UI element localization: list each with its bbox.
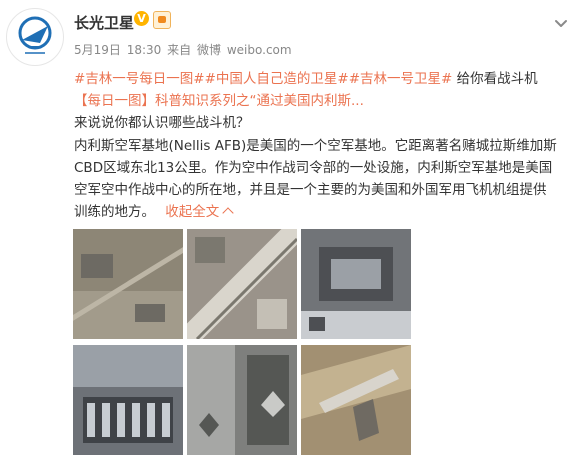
author-name[interactable]: 长光卫星 (74, 12, 134, 33)
source-name[interactable]: 微博 (197, 43, 221, 57)
satellite-image-5[interactable] (187, 345, 297, 455)
text-line-6: 空军空中作战中心的所在地，并且是一个主要的为美国和外国军用飞机机组提供 (74, 181, 547, 198)
post-header: 长光卫星 V 5月19日 18:30 来自 微博 weibo.com (0, 0, 588, 66)
hashtag-line: #吉林一号每日一图##中国人自己造的卫星##吉林一号卫星# 给你看战斗机 (74, 68, 574, 90)
text-line-4: 内利斯空军基地(Nellis AFB)是美国的一个空军基地。它距离著名赌城拉斯维… (74, 137, 557, 154)
satellite-image-4[interactable] (73, 345, 183, 455)
image-grid (73, 229, 411, 455)
source-prefix: 来自 (167, 43, 192, 57)
article-link-line: 【每日一图】科普知识系列之“通过美国内利斯... (74, 90, 574, 112)
avatar[interactable] (6, 8, 64, 66)
hashtag-1[interactable]: #吉林一号每日一图# (74, 71, 205, 87)
post-content: #吉林一号每日一图##中国人自己造的卫星##吉林一号卫星# 给你看战斗机 【每日… (74, 68, 574, 223)
text-line-3: 来说说你都认识哪些战斗机？ (74, 115, 250, 132)
satellite-image-1[interactable] (73, 229, 183, 339)
post-meta: 5月19日 18:30 来自 微博 weibo.com (74, 41, 294, 58)
changguang-logo-icon (18, 16, 52, 54)
post-tail-text: 给你看战斗机 (456, 71, 538, 87)
text-line-7-text: 训练的地方。 (74, 204, 155, 221)
verified-icon: V (134, 11, 149, 26)
satellite-image-2[interactable] (187, 229, 297, 339)
satellite-image-6[interactable] (301, 345, 411, 455)
post-time[interactable]: 18:30 (127, 43, 162, 57)
source-site: weibo.com (226, 43, 292, 57)
post-date[interactable]: 5月19日 (74, 43, 121, 57)
hashtag-2[interactable]: #中国人自己造的卫星# (205, 71, 349, 87)
collapse-arrow-icon[interactable] (222, 207, 234, 219)
collapse-text-button[interactable]: 收起全文 (165, 204, 219, 220)
satellite-image-3[interactable] (301, 229, 411, 339)
chevron-down-icon[interactable] (552, 14, 570, 32)
hashtag-3[interactable]: #吉林一号卫星# (349, 71, 453, 87)
text-line-7: 训练的地方。 收起全文 (74, 201, 574, 223)
member-badge-icon (153, 11, 171, 29)
text-line-5: CBD区域东北13公里。作为空中作战司令部的一处设施，内利斯空军基地是美国 (74, 159, 553, 176)
article-link[interactable]: 【每日一图】科普知识系列之“通过美国内利斯... (74, 93, 364, 109)
